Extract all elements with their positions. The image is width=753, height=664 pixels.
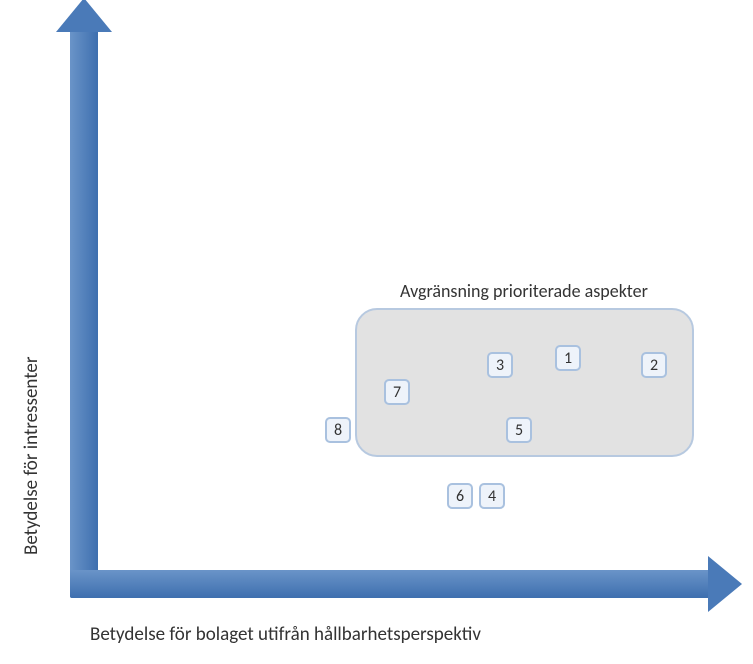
aspect-node-8: 8 <box>325 417 351 443</box>
priority-region-label: Avgränsning prioriterade aspekter <box>400 280 648 302</box>
aspect-node-4: 4 <box>479 483 505 509</box>
aspect-node-7: 7 <box>384 379 410 405</box>
aspect-node-2: 2 <box>641 352 667 378</box>
x-axis-label: Betydelse för bolaget utifrån hållbarhet… <box>90 623 481 646</box>
y-axis-label: Betydelse för intressenter <box>20 357 43 555</box>
materiality-matrix: Avgränsning prioriterade aspekter 1 2 3 … <box>0 0 753 664</box>
x-axis-arrowhead-icon <box>708 556 742 612</box>
y-axis-arrowhead-icon <box>56 0 112 32</box>
aspect-node-1: 1 <box>555 345 581 371</box>
x-axis <box>70 570 710 598</box>
y-axis <box>70 30 98 598</box>
aspect-node-3: 3 <box>487 352 513 378</box>
aspect-node-5: 5 <box>506 417 532 443</box>
aspect-node-6: 6 <box>447 483 473 509</box>
